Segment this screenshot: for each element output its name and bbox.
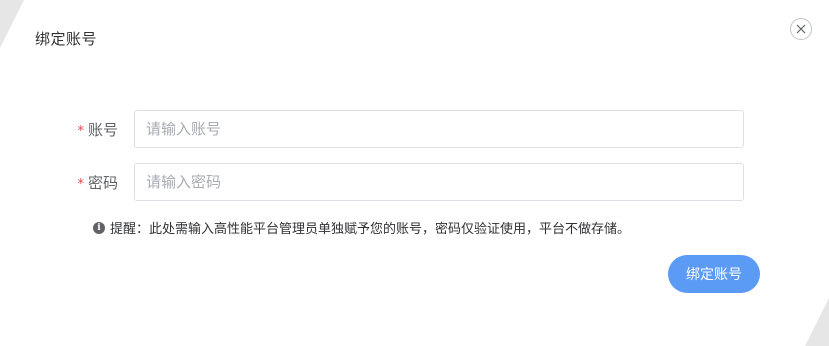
password-form-row: * 密码	[0, 163, 744, 201]
corner-decoration-bottom-right	[805, 298, 829, 346]
corner-decoration-top-left	[0, 0, 24, 48]
required-mark: *	[77, 176, 84, 192]
info-circle-icon: i	[93, 221, 105, 234]
account-input[interactable]	[134, 110, 744, 148]
hint-text: 提醒：此处需输入高性能平台管理员单独赋予您的账号，密码仅验证使用，平台不做存储。	[110, 222, 631, 237]
bind-account-button[interactable]: 绑定账号	[668, 255, 760, 293]
password-label: * 密码	[0, 172, 134, 193]
password-input[interactable]	[134, 163, 744, 201]
close-icon	[796, 24, 806, 34]
password-label-text: 密码	[87, 173, 118, 192]
required-mark: *	[77, 123, 84, 139]
account-form-row: * 账号	[0, 110, 744, 148]
account-label: * 账号	[0, 119, 134, 140]
bind-account-dialog: 绑定账号 *账号 *密码 i 提醒：此处需输入高性能平台管理员单独赋予您的账号，…	[0, 0, 829, 346]
close-button[interactable]	[790, 18, 812, 40]
dialog-title: 绑定账号	[35, 30, 98, 48]
account-label-text: 账号	[87, 120, 118, 139]
hint-message: i 提醒：此处需输入高性能平台管理员单独赋予您的账号，密码仅验证使用，平台不做存…	[93, 218, 630, 237]
